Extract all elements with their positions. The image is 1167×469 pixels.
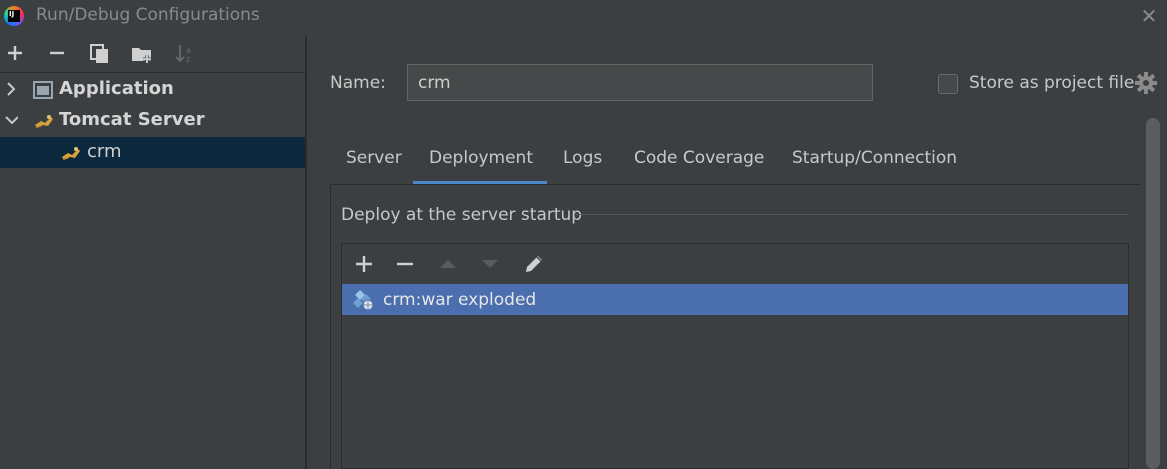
tree-item-label: Tomcat Server [59, 109, 205, 130]
tree-item-label: Application [59, 78, 174, 99]
name-label: Name: [330, 73, 386, 93]
intellij-logo-icon: IJ [4, 6, 24, 26]
tomcat-icon [35, 115, 53, 128]
chevron-down-icon[interactable] [4, 110, 18, 130]
tab-logs[interactable]: Logs [563, 148, 602, 168]
move-down-icon[interactable] [477, 251, 503, 277]
artifact-label: crm:war exploded [383, 290, 537, 310]
tab-startup-connection[interactable]: Startup/Connection [792, 148, 957, 168]
remove-icon[interactable] [44, 40, 70, 66]
section-title: Deploy at the server startup [341, 205, 583, 225]
edit-icon[interactable] [521, 251, 547, 277]
svg-text:a: a [186, 46, 191, 55]
sort-icon[interactable]: az [172, 40, 198, 66]
add-icon[interactable] [351, 251, 377, 277]
tomcat-icon [62, 147, 80, 160]
chevron-right-icon[interactable] [4, 79, 18, 99]
scrollbar-thumb[interactable] [1146, 118, 1160, 469]
tree-item-crm[interactable]: crm [0, 137, 305, 168]
artifact-war-icon [353, 290, 374, 311]
sidebar-toolbar: az [0, 36, 305, 73]
add-icon[interactable] [2, 40, 28, 66]
section-divider [575, 214, 1128, 215]
name-field[interactable] [407, 64, 873, 101]
title-bar: IJ Run/Debug Configurations ✕ [0, 0, 1167, 34]
tree-item-tomcat-server[interactable]: Tomcat Server [0, 105, 305, 136]
tree-item-label: crm [87, 141, 122, 162]
move-up-icon[interactable] [435, 251, 461, 277]
tab-deployment[interactable]: Deployment [429, 148, 533, 168]
folder-add-icon[interactable] [128, 40, 154, 66]
tab-code-coverage[interactable]: Code Coverage [634, 148, 764, 168]
close-button[interactable]: ✕ [1135, 2, 1163, 30]
store-as-project-file-label[interactable]: Store as project file [969, 73, 1134, 93]
store-as-project-file-checkbox[interactable] [938, 74, 958, 94]
application-icon [33, 81, 53, 99]
gear-icon[interactable] [1135, 72, 1157, 94]
copy-icon[interactable] [86, 40, 112, 66]
window-title: Run/Debug Configurations [36, 5, 260, 25]
configurations-sidebar: az Application Tomcat Server crm [0, 36, 305, 469]
tree-item-application[interactable]: Application [0, 74, 305, 105]
svg-text:z: z [186, 55, 190, 64]
pane-divider[interactable] [305, 36, 307, 469]
remove-icon[interactable] [392, 251, 418, 277]
tab-server[interactable]: Server [346, 148, 402, 168]
